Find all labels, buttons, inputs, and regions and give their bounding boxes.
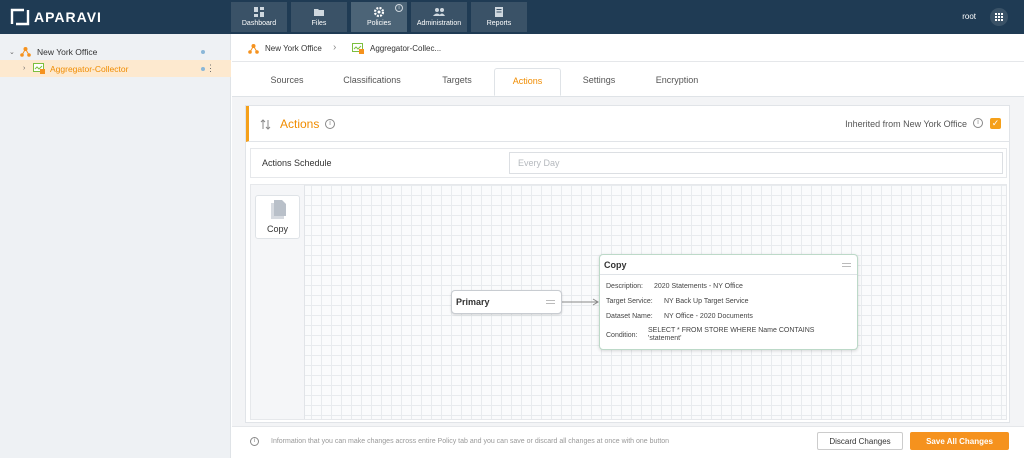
info-badge-icon: i — [395, 4, 403, 12]
top-bar: APARAVI Dashboard Files Policies i Admin… — [0, 0, 1024, 34]
actions-panel-header: Actions i Inherited from New York Office… — [246, 106, 1009, 142]
actions-schedule-row: Actions Schedule — [250, 148, 1007, 178]
drag-handle-icon[interactable] — [546, 300, 555, 304]
field-value-line1: SELECT * FROM STORE WHERE Name CONTAINS — [648, 327, 815, 334]
network-icon — [20, 47, 31, 57]
sort-arrows-icon — [260, 119, 271, 130]
breadcrumb-label: Aggregator-Collec... — [370, 44, 442, 53]
status-dot — [201, 66, 205, 71]
chevron-right-icon[interactable]: › — [23, 65, 25, 72]
nav-reports[interactable]: Reports — [471, 2, 527, 32]
tab-classifications[interactable]: Classifications — [332, 68, 412, 96]
nav-policies[interactable]: Policies i — [351, 2, 407, 32]
tree-item-label: Aggregator-Collector — [50, 63, 129, 74]
tab-targets[interactable]: Targets — [427, 68, 487, 96]
info-icon: i — [250, 437, 259, 446]
status-dot — [201, 49, 205, 54]
info-icon[interactable]: i — [973, 118, 983, 128]
sidebar-tree: ⌄ New York Office › Aggregator-Collector… — [0, 34, 231, 458]
nav-dashboard[interactable]: Dashboard — [231, 2, 287, 32]
field-key: Condition: — [606, 332, 638, 339]
collector-icon — [352, 43, 364, 54]
inherited-label: Inherited from New York Office — [845, 119, 967, 129]
network-icon — [248, 44, 259, 54]
nav-reports-label: Reports — [486, 20, 512, 27]
node-field-target-service: Target Service: NY Back Up Target Servic… — [606, 298, 749, 305]
nav-files-label: Files — [311, 20, 327, 27]
actions-schedule-input[interactable] — [509, 152, 1003, 174]
footer-bar: i Information that you can make changes … — [232, 426, 1024, 458]
actions-title: Actions — [280, 117, 320, 131]
discard-changes-button[interactable]: Discard Changes — [817, 432, 903, 450]
node-field-description: Description: 2020 Statements - NY Office — [606, 283, 743, 290]
field-value-line2: 'statement' — [648, 335, 682, 342]
actions-schedule-label: Actions Schedule — [262, 158, 332, 168]
palette-copy-label: Copy — [266, 224, 288, 234]
breadcrumb-item-aggregator-collector[interactable]: Aggregator-Collec... — [352, 43, 441, 54]
apps-grid-icon[interactable] — [990, 8, 1008, 26]
node-header: Copy — [600, 255, 857, 275]
tree-item-new-york-office[interactable]: ⌄ New York Office — [0, 43, 231, 60]
reports-icon — [495, 7, 503, 17]
app-logo-text: APARAVI — [34, 9, 102, 25]
action-palette: Copy — [251, 185, 305, 419]
drag-handle-icon[interactable] — [842, 263, 851, 267]
nav-dashboard-label: Dashboard — [241, 20, 277, 27]
tree-item-aggregator-collector[interactable]: › Aggregator-Collector ⋮ — [0, 60, 231, 77]
tab-sources[interactable]: Sources — [252, 68, 322, 96]
nav-administration-label: Administration — [416, 20, 462, 27]
workflow-node-copy[interactable]: Copy Description: 2020 Statements - NY O… — [599, 254, 858, 350]
collector-icon — [33, 63, 45, 74]
more-options-icon[interactable]: ⋮ — [206, 64, 215, 73]
breadcrumb-item-new-york-office[interactable]: New York Office — [248, 43, 322, 54]
users-icon — [433, 8, 445, 16]
breadcrumb-separator-icon: › — [333, 42, 337, 53]
user-name[interactable]: root — [962, 12, 976, 21]
field-key: Description: — [606, 283, 643, 290]
node-field-condition: Condition: SELECT * FROM STORE WHERE Nam… — [606, 327, 814, 342]
connector-arrow — [562, 298, 599, 306]
folder-icon — [314, 9, 324, 16]
chevron-down-icon[interactable]: ⌄ — [9, 48, 15, 56]
app-logo[interactable]: APARAVI — [10, 8, 102, 26]
save-all-changes-button[interactable]: Save All Changes — [910, 432, 1009, 450]
gear-icon — [373, 6, 385, 18]
info-icon[interactable]: i — [325, 119, 335, 129]
aparavi-logo-icon — [10, 8, 30, 26]
nav-administration[interactable]: Administration — [411, 2, 467, 32]
palette-copy-item[interactable]: Copy — [255, 195, 300, 239]
dashboard-icon — [254, 7, 264, 17]
footer-info-text: Information that you can make changes ac… — [271, 438, 670, 445]
inherited-checkbox[interactable]: ✓ — [990, 118, 1001, 129]
workflow-node-primary[interactable]: Primary — [451, 290, 562, 314]
node-title: Primary — [456, 297, 490, 307]
tab-encryption[interactable]: Encryption — [642, 68, 712, 96]
field-value: NY Office - 2020 Documents — [664, 313, 753, 320]
nav-files[interactable]: Files — [291, 2, 347, 32]
nav-policies-label: Policies — [366, 20, 392, 27]
policy-tabs: Sources Classifications Targets Actions … — [232, 62, 1024, 96]
tab-actions[interactable]: Actions — [494, 68, 561, 96]
breadcrumb: New York Office › Aggregator-Collec... — [232, 34, 1024, 62]
tree-item-label: New York Office — [37, 46, 98, 57]
node-title: Copy — [604, 260, 627, 270]
field-value: 2020 Statements - NY Office — [654, 283, 743, 290]
copy-file-icon — [271, 200, 286, 219]
field-key: Dataset Name: — [606, 313, 653, 320]
tab-settings[interactable]: Settings — [569, 68, 629, 96]
field-key: Target Service: — [606, 298, 653, 305]
footer-info: i Information that you can make changes … — [250, 437, 669, 446]
field-value: NY Back Up Target Service — [664, 298, 749, 305]
breadcrumb-label: New York Office — [265, 44, 322, 53]
node-field-dataset-name: Dataset Name: NY Office - 2020 Documents — [606, 313, 753, 320]
